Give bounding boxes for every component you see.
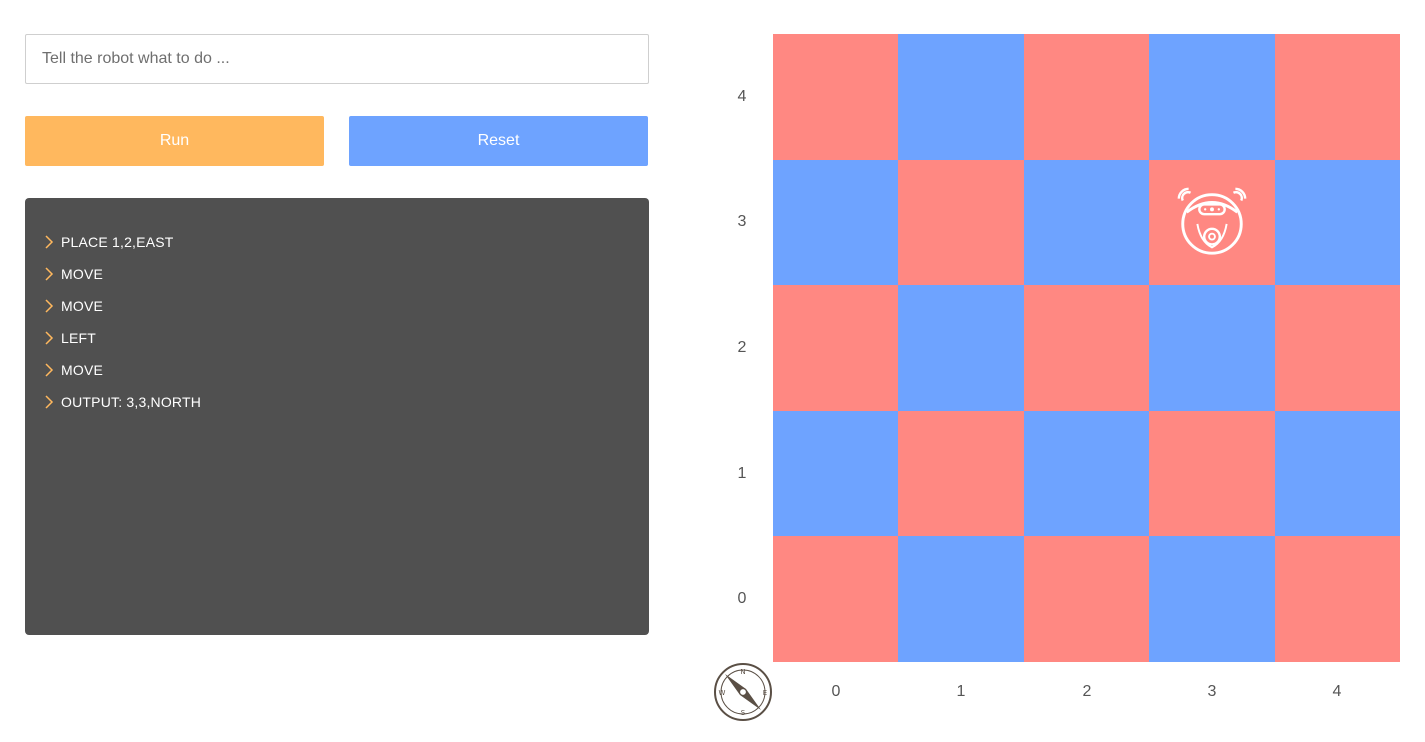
reset-button[interactable]: Reset: [349, 116, 648, 166]
compass-east-label: E: [763, 689, 767, 697]
compass-icon: N S E W: [714, 663, 772, 721]
log-text: MOVE: [61, 266, 104, 282]
compass-west-label: W: [719, 689, 726, 697]
y-axis-label: 1: [737, 465, 747, 482]
board-cell: [1274, 536, 1400, 662]
board-cell: [1149, 34, 1275, 160]
chevron-right-icon: [45, 299, 54, 313]
board-cell: [1149, 410, 1275, 537]
y-axis-label: 3: [737, 213, 747, 230]
board-cell: [773, 34, 899, 160]
log-item: MOVE: [43, 258, 649, 290]
board-cell: [1274, 159, 1400, 286]
board-cell: [1023, 285, 1150, 411]
board-cell: [1274, 285, 1400, 411]
compass-north-label: N: [740, 668, 745, 676]
log-item: OUTPUT: 3,3,NORTH: [43, 386, 649, 418]
run-button[interactable]: Run: [25, 116, 324, 166]
board-cell: [1023, 410, 1150, 537]
log-item: PLACE 1,2,EAST: [43, 226, 649, 258]
log-text: MOVE: [61, 362, 104, 378]
x-axis-label: 2: [1082, 683, 1092, 700]
board-cell: [1274, 34, 1400, 160]
chevron-right-icon: [45, 395, 54, 409]
board-cell: [1149, 285, 1275, 411]
board-cell: [773, 159, 899, 286]
board-cell: [1023, 159, 1150, 286]
command-input[interactable]: [25, 34, 649, 84]
log-item: MOVE: [43, 290, 649, 322]
board-cell: [1023, 34, 1150, 160]
robot-vacuum-icon: [1177, 188, 1247, 256]
output-console: PLACE 1,2,EAST MOVE MOVE LEFT MOVE OUTPU…: [25, 198, 649, 635]
board-cell: [1149, 159, 1275, 286]
board-cell: [898, 410, 1024, 537]
board-grid: [773, 34, 1400, 662]
board-cell: [898, 285, 1024, 411]
board-cell: [898, 536, 1024, 662]
board-cell: [898, 159, 1024, 286]
y-axis-label: 4: [737, 88, 747, 105]
log-text: MOVE: [61, 298, 104, 314]
board-cell: [773, 536, 899, 662]
board-cell: [1274, 410, 1400, 537]
x-axis-label: 0: [831, 683, 841, 700]
board-cell: [1149, 536, 1275, 662]
log-text: OUTPUT: 3,3,NORTH: [61, 394, 202, 410]
board-cell: [1023, 536, 1150, 662]
board-cell: [773, 410, 899, 537]
board-cell: [898, 34, 1024, 160]
log-list: PLACE 1,2,EAST MOVE MOVE LEFT MOVE OUTPU…: [43, 226, 649, 418]
board-cell: [773, 285, 899, 411]
log-item: LEFT: [43, 322, 649, 354]
chevron-right-icon: [45, 267, 54, 281]
compass-south-label: S: [741, 709, 746, 717]
x-axis-label: 3: [1207, 683, 1217, 700]
y-axis-label: 0: [737, 590, 747, 607]
chevron-right-icon: [45, 363, 54, 377]
y-axis-label: 2: [737, 339, 747, 356]
x-axis-label: 1: [956, 683, 966, 700]
log-text: PLACE 1,2,EAST: [61, 234, 174, 250]
log-item: MOVE: [43, 354, 649, 386]
x-axis-label: 4: [1332, 683, 1342, 700]
chevron-right-icon: [45, 235, 54, 249]
chevron-right-icon: [45, 331, 54, 345]
log-text: LEFT: [61, 330, 97, 346]
